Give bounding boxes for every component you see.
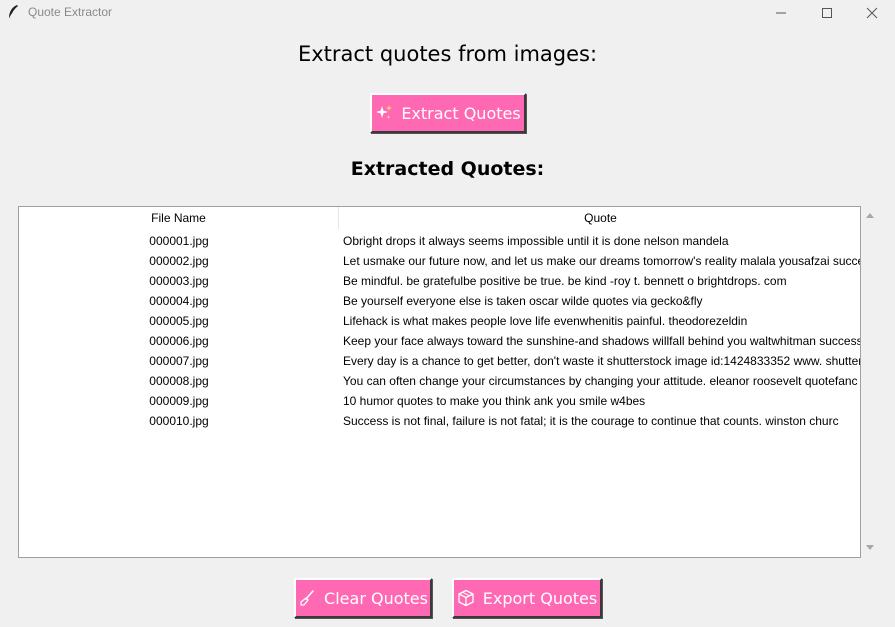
clear-quotes-button[interactable]: Clear Quotes bbox=[294, 578, 432, 618]
broom-icon bbox=[300, 590, 314, 606]
clear-quotes-label: Clear Quotes bbox=[324, 588, 428, 608]
vertical-scrollbar[interactable] bbox=[862, 206, 879, 558]
file-name-cell: 000010.jpg bbox=[149, 414, 209, 428]
table-row[interactable]: 000004.jpg Be yourself everyone else is … bbox=[19, 291, 860, 311]
quote-cell: Be yourself everyone else is taken oscar… bbox=[343, 294, 703, 308]
export-quotes-label: Export Quotes bbox=[482, 588, 598, 608]
file-name-cell: 000001.jpg bbox=[149, 234, 209, 248]
quote-cell: 10 humor quotes to make you think ank yo… bbox=[343, 394, 646, 408]
table-body: 000001.jpg Obright drops it always seems… bbox=[19, 231, 860, 431]
scroll-down-arrow-icon[interactable] bbox=[865, 544, 875, 552]
extract-quotes-label: Extract Quotes bbox=[401, 103, 521, 123]
table-row[interactable]: 000005.jpg Lifehack is what makes people… bbox=[19, 311, 860, 331]
minimize-button[interactable] bbox=[758, 0, 804, 26]
table-row[interactable]: 000010.jpg Success is not final, failure… bbox=[19, 411, 860, 431]
maximize-icon bbox=[822, 8, 832, 18]
table-row[interactable]: 000003.jpg Be mindful. be gratefulbe pos… bbox=[19, 271, 860, 291]
close-button[interactable] bbox=[849, 0, 895, 26]
minimize-icon bbox=[776, 12, 786, 14]
quote-cell: Be mindful. be gratefulbe positive be tr… bbox=[343, 274, 787, 288]
package-icon bbox=[458, 589, 474, 607]
table-header: File Name Quote bbox=[19, 207, 860, 229]
file-name-cell: 000005.jpg bbox=[149, 314, 209, 328]
table-row[interactable]: 000009.jpg 10 humor quotes to make you t… bbox=[19, 391, 860, 411]
column-header-file-name[interactable]: File Name bbox=[19, 207, 339, 229]
close-icon bbox=[866, 7, 878, 19]
table-row[interactable]: 000001.jpg Obright drops it always seems… bbox=[19, 231, 860, 251]
quote-cell: Obright drops it always seems impossible… bbox=[343, 234, 729, 248]
file-name-cell: 000002.jpg bbox=[149, 254, 209, 268]
table-row[interactable]: 000002.jpg Let usmake our future now, an… bbox=[19, 251, 860, 271]
quote-cell: You can often change your circumstances … bbox=[343, 374, 858, 388]
file-name-cell: 000009.jpg bbox=[149, 394, 209, 408]
export-quotes-button[interactable]: Export Quotes bbox=[452, 578, 602, 618]
feather-icon bbox=[8, 5, 18, 20]
page-title: Extract quotes from images: bbox=[297, 42, 598, 66]
file-name-cell: 000007.jpg bbox=[149, 354, 209, 368]
column-header-quote[interactable]: Quote bbox=[339, 207, 860, 229]
file-name-cell: 000003.jpg bbox=[149, 274, 209, 288]
quote-cell: Every day is a chance to get better, don… bbox=[343, 354, 860, 368]
maximize-button[interactable] bbox=[804, 0, 850, 26]
file-name-cell: 000004.jpg bbox=[149, 294, 209, 308]
app-window: Quote Extractor Extract quotes from imag… bbox=[0, 0, 895, 627]
table-row[interactable]: 000007.jpg Every day is a chance to get … bbox=[19, 351, 860, 371]
quote-cell: Success is not final, failure is not fat… bbox=[343, 414, 839, 428]
quotes-table[interactable]: File Name Quote 000001.jpg Obright drops… bbox=[18, 206, 861, 558]
quote-cell: Let usmake our future now, and let us ma… bbox=[343, 254, 860, 268]
table-row[interactable]: 000006.jpg Keep your face always toward … bbox=[19, 331, 860, 351]
file-name-cell: 000006.jpg bbox=[149, 334, 209, 348]
quote-cell: Lifehack is what makes people love life … bbox=[343, 314, 748, 328]
extract-quotes-button[interactable]: Extract Quotes bbox=[370, 93, 526, 133]
section-title: Extracted Quotes: bbox=[350, 158, 545, 180]
scroll-up-arrow-icon[interactable] bbox=[865, 211, 875, 219]
file-name-cell: 000008.jpg bbox=[149, 374, 209, 388]
sparkles-icon bbox=[376, 105, 393, 119]
title-bar: Quote Extractor bbox=[0, 0, 895, 26]
table-row[interactable]: 000008.jpg You can often change your cir… bbox=[19, 371, 860, 391]
quote-cell: Keep your face always toward the sunshin… bbox=[343, 334, 860, 348]
window-title: Quote Extractor bbox=[28, 5, 113, 19]
